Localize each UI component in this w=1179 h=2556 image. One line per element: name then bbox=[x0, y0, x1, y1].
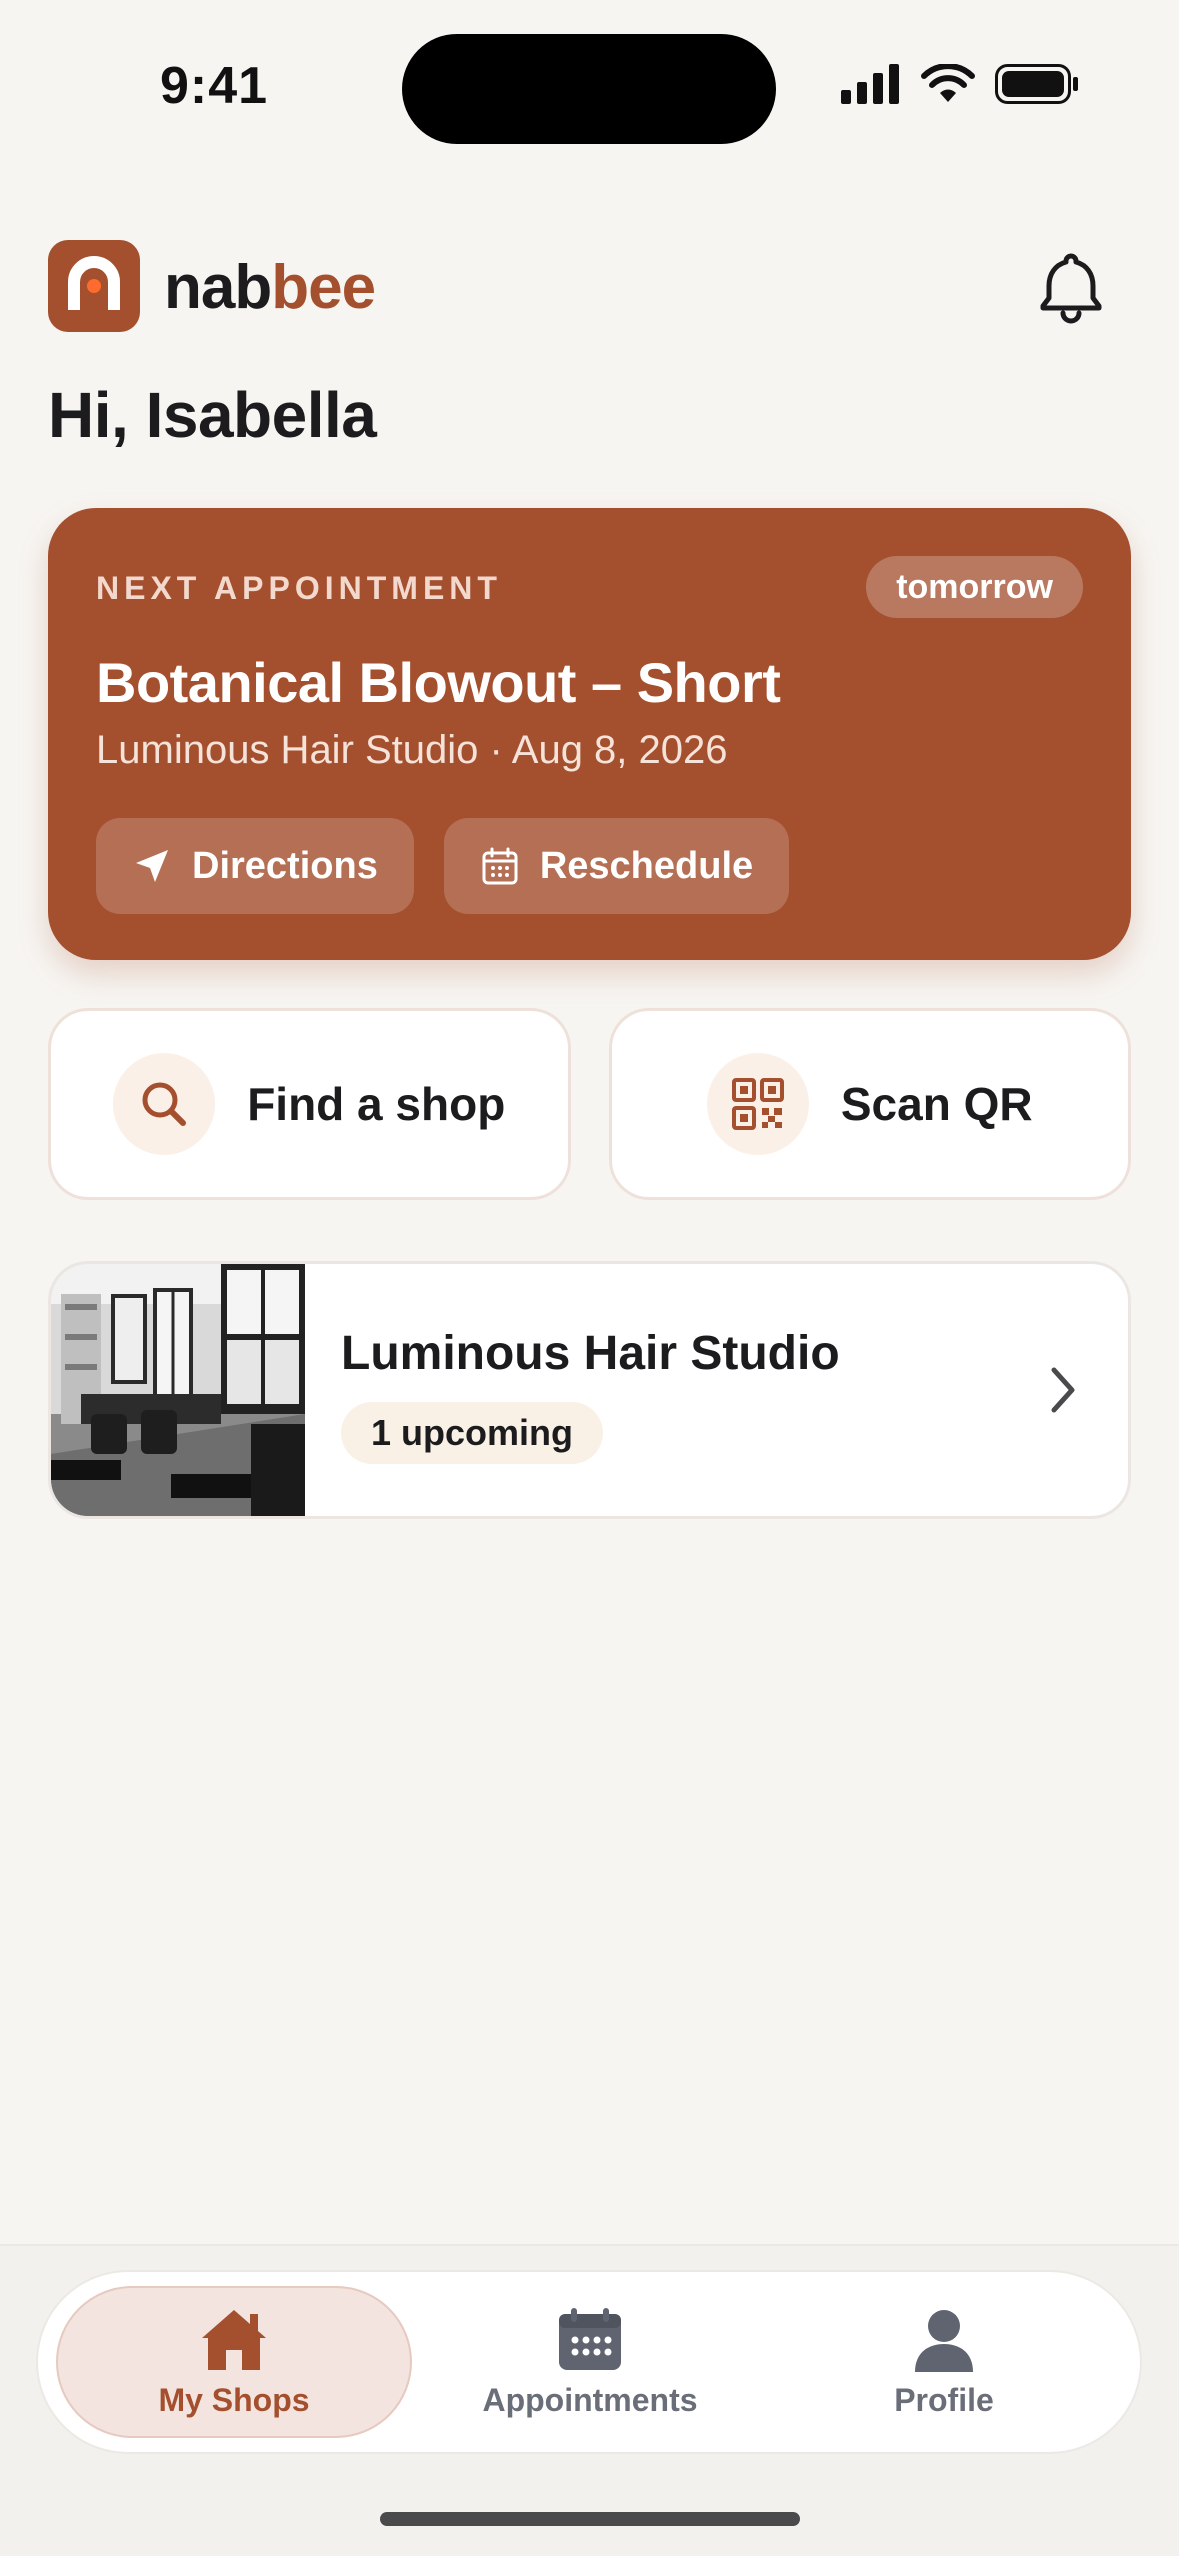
qr-code-icon bbox=[706, 1053, 809, 1155]
appointment-when-badge: tomorrow bbox=[866, 556, 1083, 618]
home-icon bbox=[202, 2309, 266, 2370]
home-indicator bbox=[380, 2512, 800, 2526]
dynamic-island bbox=[402, 34, 776, 144]
wifi-icon bbox=[921, 64, 975, 102]
quick-actions: Find a shop Scan QR bbox=[48, 1008, 1131, 1200]
tab-bar: My Shops Appointments Profile bbox=[36, 2270, 1142, 2454]
find-shop-label: Find a shop bbox=[247, 1078, 506, 1130]
status-bar: 9:41 bbox=[0, 0, 1179, 150]
directions-button-label: Directions bbox=[192, 844, 378, 887]
tab-label: Appointments bbox=[482, 2381, 698, 2418]
brand-name-part1: nab bbox=[164, 253, 272, 322]
greeting-heading: Hi, Isabella bbox=[48, 379, 377, 451]
brand-name-part2: bee bbox=[271, 253, 376, 322]
appointment-service-title: Botanical Blowout – Short bbox=[96, 651, 781, 714]
brand-name: nabbee bbox=[164, 252, 376, 323]
notifications-bell-icon[interactable] bbox=[1031, 246, 1111, 326]
app-header: nabbee bbox=[48, 238, 1131, 334]
reschedule-button-label: Reschedule bbox=[539, 844, 754, 887]
navigation-arrow-icon bbox=[136, 850, 168, 882]
upcoming-count-badge: 1 upcoming bbox=[341, 1402, 604, 1464]
tab-label: My Shops bbox=[158, 2381, 310, 2418]
scan-qr-button[interactable]: Scan QR bbox=[608, 1008, 1131, 1200]
nabbee-logo-icon bbox=[48, 240, 140, 332]
scan-qr-label: Scan QR bbox=[840, 1078, 1033, 1130]
tab-my-shops[interactable]: My Shops bbox=[56, 2286, 412, 2438]
tab-profile[interactable]: Profile bbox=[794, 2286, 1094, 2438]
chevron-right-icon bbox=[1038, 1360, 1088, 1420]
appointment-actions: Directions Reschedule bbox=[96, 818, 790, 914]
tab-label: Profile bbox=[894, 2381, 994, 2418]
appointment-details: Luminous Hair Studio · Aug 8, 2026 bbox=[96, 728, 728, 772]
battery-icon bbox=[995, 64, 1078, 104]
directions-button[interactable]: Directions bbox=[96, 818, 414, 914]
calendar-icon bbox=[559, 2307, 621, 2370]
search-icon bbox=[113, 1053, 216, 1155]
tab-appointments[interactable]: Appointments bbox=[440, 2286, 740, 2438]
next-appointment-card[interactable]: NEXT APPOINTMENT tomorrow Botanical Blow… bbox=[48, 508, 1131, 960]
status-icons bbox=[841, 64, 1079, 104]
calendar-icon bbox=[482, 847, 518, 885]
bottom-tab-area: My Shops Appointments Profile bbox=[0, 2244, 1179, 2556]
reschedule-button[interactable]: Reschedule bbox=[443, 818, 790, 914]
next-appointment-label: NEXT APPOINTMENT bbox=[96, 570, 502, 606]
find-shop-button[interactable]: Find a shop bbox=[48, 1008, 571, 1200]
status-time: 9:41 bbox=[160, 57, 269, 115]
cellular-signal-icon bbox=[841, 64, 899, 104]
shop-photo bbox=[51, 1264, 305, 1516]
shop-name: Luminous Hair Studio bbox=[341, 1327, 840, 1380]
shop-card[interactable]: Luminous Hair Studio 1 upcoming bbox=[48, 1261, 1131, 1519]
person-icon bbox=[915, 2309, 973, 2372]
